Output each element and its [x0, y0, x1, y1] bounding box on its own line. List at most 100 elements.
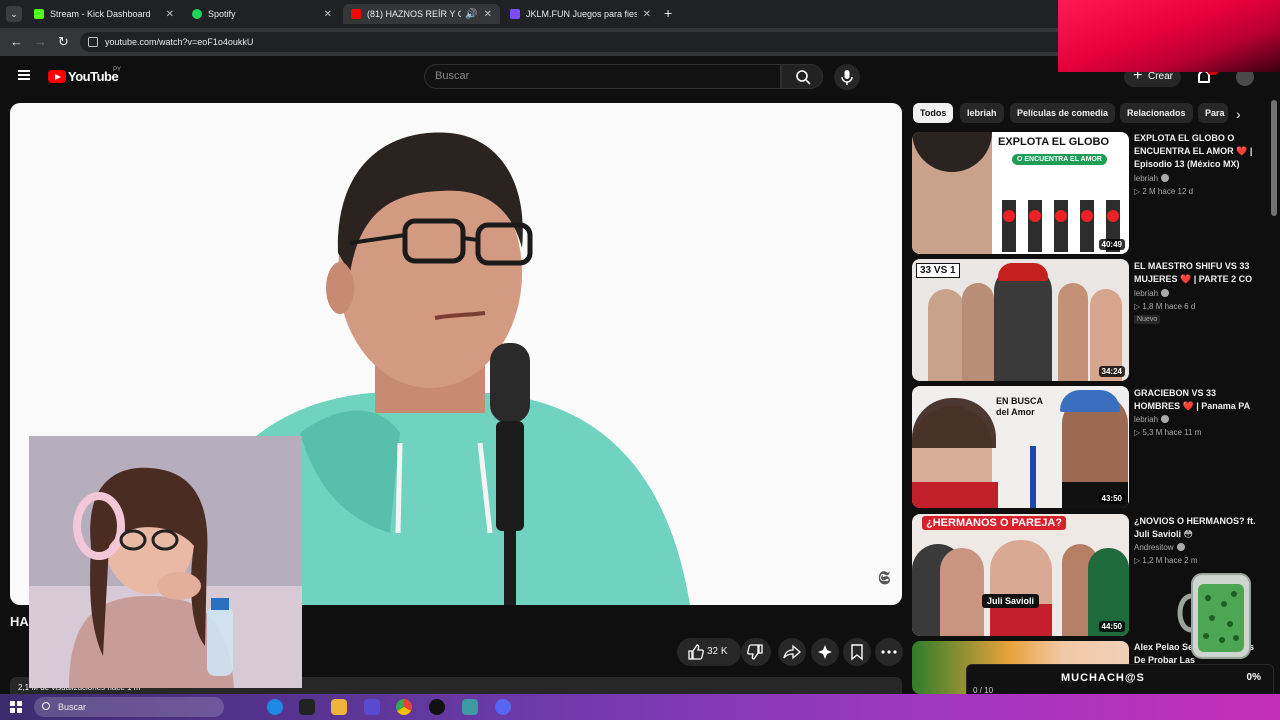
menu-icon[interactable] — [18, 70, 30, 80]
ask-ai-button[interactable] — [811, 638, 839, 666]
rec-channel[interactable]: lebriah — [1134, 289, 1170, 298]
close-icon[interactable]: ✕ — [324, 9, 332, 20]
forward-icon[interactable]: → — [34, 34, 47, 49]
new-tab-button[interactable]: + — [664, 5, 672, 21]
close-icon[interactable]: ✕ — [484, 9, 492, 20]
browser-tab-kick[interactable]: Stream - Kick Dashboard ✕ — [26, 4, 182, 24]
browser-tab-spotify[interactable]: Spotify ✕ — [184, 4, 340, 24]
chip-lebriah[interactable]: lebriah — [960, 103, 1004, 123]
edge-icon[interactable] — [267, 699, 283, 715]
store-icon[interactable] — [364, 699, 380, 715]
back-icon[interactable]: ← — [10, 34, 23, 49]
thumb-person — [1058, 283, 1088, 381]
chrome-icon[interactable] — [396, 699, 412, 715]
webcam-overlay — [29, 436, 302, 688]
rec-meta: ▷ 1,2 M hace 2 m — [1134, 556, 1198, 565]
close-icon[interactable]: ✕ — [166, 9, 174, 20]
media-app-icon[interactable] — [299, 699, 315, 715]
more-actions-button[interactable] — [875, 638, 903, 666]
duration-badge: 44:50 — [1098, 621, 1125, 632]
discord-icon[interactable] — [495, 699, 511, 715]
microphone-icon — [841, 70, 853, 85]
tab-title: (81) HAZNOS REÍR Y GANA — [367, 9, 461, 19]
thumb-cap — [1060, 390, 1120, 412]
reload-icon[interactable]: ↻ — [58, 34, 69, 50]
jklm-icon — [510, 9, 520, 19]
dislike-button[interactable] — [741, 638, 771, 666]
taskbar-search-placeholder: Buscar — [58, 702, 87, 712]
channel-watermark-icon[interactable]: 𝕾 — [878, 568, 890, 589]
thumb-person — [962, 283, 994, 381]
rec-channel[interactable]: lebriah — [1134, 174, 1170, 183]
windows-start-icon[interactable] — [10, 701, 22, 713]
like-count: 32 K — [707, 646, 728, 657]
thumb-person — [994, 265, 1052, 381]
rec-title[interactable]: EL MAESTRO SHIFU VS 33 MUJERES ❤️ | PART… — [1134, 260, 1264, 286]
rec-channel[interactable]: lebriah — [1134, 415, 1170, 424]
video-title: HA — [10, 614, 29, 629]
duration-badge: 34:24 — [1098, 366, 1125, 377]
rec-thumbnail[interactable]: EN BUSCA del Amor 43:50 — [912, 386, 1129, 508]
rec-thumbnail[interactable]: ¿HERMANOS O PAREJA? Juli Savioli 44:50 — [912, 514, 1129, 636]
spotify-icon — [192, 9, 202, 19]
verified-icon — [1176, 543, 1185, 551]
channel-name: lebriah — [1134, 415, 1159, 424]
chip-related[interactable]: Relacionados — [1120, 103, 1193, 123]
verified-icon — [1161, 415, 1170, 423]
search-icon — [796, 70, 811, 85]
thumb-subtext: Juli Savioli — [982, 594, 1040, 608]
thumb-dress — [912, 482, 998, 508]
search-button[interactable] — [781, 64, 823, 89]
audio-icon[interactable]: 🔊 — [465, 9, 477, 20]
stream-overlay-banner — [1058, 0, 1280, 72]
rec-title[interactable]: ¿NOVIOS O HERMANOS? ft. Juli Savioli 😳 — [1134, 515, 1264, 541]
youtube-logo-text[interactable]: YouTube — [68, 69, 119, 84]
thumbs-up-icon — [688, 644, 704, 660]
youtube-icon — [351, 9, 361, 19]
rec-thumbnail[interactable]: 33 VS 1 34:24 — [912, 259, 1129, 381]
taskbar-search-input[interactable]: Buscar — [34, 697, 224, 717]
search-input[interactable]: Buscar — [424, 64, 781, 89]
os-taskbar: Buscar — [0, 694, 1280, 720]
chip-comedy-movies[interactable]: Películas de comedia — [1010, 103, 1116, 123]
chip-para[interactable]: Para — [1198, 103, 1228, 123]
chip-todos[interactable]: Todos — [913, 103, 954, 123]
duration-badge: 40:49 — [1098, 239, 1125, 250]
rec-channel[interactable]: Andresitow — [1134, 543, 1185, 552]
channel-name: lebriah — [1134, 289, 1159, 298]
thumb-text: EXPLOTA EL GLOBO — [998, 136, 1110, 148]
duration-badge: 43:50 — [1098, 493, 1125, 504]
channel-name: lebriah — [1134, 174, 1159, 183]
thumbs-down-icon — [747, 644, 763, 660]
youtube-logo-icon[interactable] — [48, 70, 66, 83]
thumb-person — [928, 289, 964, 381]
bookmark-icon — [851, 644, 863, 661]
tab-title: Stream - Kick Dashboard — [50, 9, 151, 19]
thumb-hair — [912, 398, 996, 448]
rec-meta: ▷ 2 M hace 12 d — [1134, 187, 1194, 196]
search-icon — [42, 702, 50, 710]
chevron-right-icon[interactable]: › — [1236, 106, 1241, 122]
browser-tab-youtube[interactable]: (81) HAZNOS REÍR Y GANA 🔊 ✕ — [343, 4, 500, 24]
site-info-icon[interactable] — [88, 37, 98, 47]
app-icon[interactable] — [462, 699, 478, 715]
thumb-text: ¿HERMANOS O PAREJA? — [922, 516, 1067, 530]
browser-tab-jklm[interactable]: JKLM.FUN Juegos para fiestas e ✕ — [502, 4, 659, 24]
close-icon[interactable]: ✕ — [643, 9, 651, 20]
thumb-text: 33 VS 1 — [916, 263, 960, 278]
url-text: youtube.com/watch?v=eoF1o4oukkU — [105, 37, 254, 47]
file-explorer-icon[interactable] — [331, 699, 347, 715]
rec-meta: ▷ 5,3 M hace 11 m — [1134, 428, 1202, 437]
save-button[interactable] — [843, 638, 871, 666]
url-field[interactable]: youtube.com/watch?v=eoF1o4oukkU — [80, 32, 1080, 52]
obs-icon[interactable] — [429, 699, 445, 715]
tab-search-button[interactable]: ⌄ — [6, 6, 22, 22]
rec-title[interactable]: GRACIEBON VS 33 HOMBRES ❤️ | Panama PA — [1134, 387, 1264, 413]
thumb-cap — [998, 263, 1048, 281]
voice-search-button[interactable] — [834, 64, 860, 90]
page-scrollbar[interactable] — [1271, 100, 1277, 216]
rec-thumbnail[interactable]: EXPLOTA EL GLOBO O ENCUENTRA EL AMOR 40:… — [912, 132, 1129, 254]
share-button[interactable] — [778, 638, 806, 666]
rec-title[interactable]: EXPLOTA EL GLOBO O ENCUENTRA EL AMOR ❤️ … — [1134, 132, 1264, 171]
like-button[interactable]: 32 K — [677, 638, 741, 666]
